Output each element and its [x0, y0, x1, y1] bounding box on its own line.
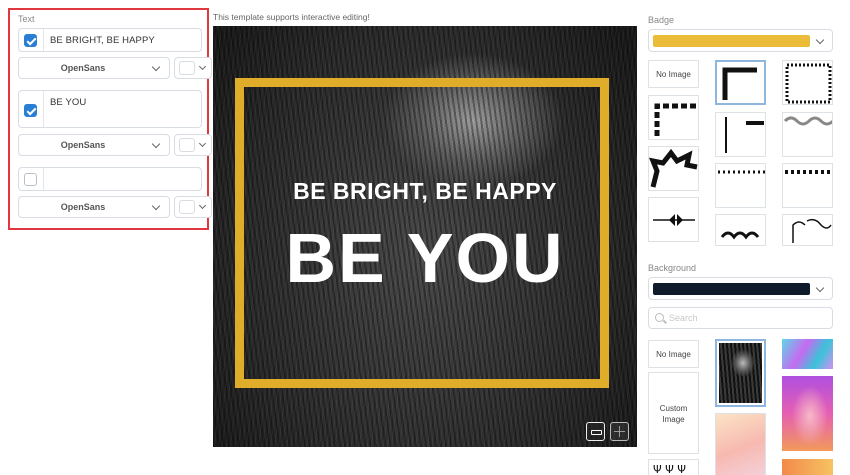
background-gradient-tile[interactable]	[782, 376, 833, 451]
canvas-text-line-1[interactable]: BE BRIGHT, BE HAPPY	[213, 178, 637, 205]
background-gradient-thumbnail	[782, 376, 833, 451]
chevron-down-icon	[198, 139, 207, 148]
chevron-down-icon	[815, 35, 825, 45]
font-select-1[interactable]: OpenSans	[18, 57, 170, 79]
badge-dashed-corner-icon	[654, 103, 697, 136]
badge-beads-icon	[785, 170, 832, 174]
chevron-down-icon	[151, 201, 161, 211]
chevron-down-icon	[198, 62, 207, 71]
badge-tile-dotted[interactable]	[715, 163, 766, 208]
background-photo-tile-selected[interactable]	[715, 339, 766, 407]
text-panel-label: Text	[18, 14, 35, 24]
color-swatch	[179, 138, 195, 152]
chevron-down-icon	[151, 139, 161, 149]
font-select-3-label: OpenSans	[60, 202, 106, 212]
badge-no-image-label: No Image	[656, 70, 691, 79]
badge-bracket-icon	[725, 117, 764, 153]
divider	[43, 91, 44, 127]
badge-tile-dashed-corner[interactable]	[648, 95, 699, 140]
background-sunset-tile[interactable]	[782, 459, 833, 475]
background-no-image-label: No Image	[656, 350, 691, 359]
badge-arrow-divider-icon	[653, 214, 695, 226]
text-row-1[interactable]: BE BRIGHT, BE HAPPY	[18, 28, 202, 52]
font-select-3[interactable]: OpenSans	[18, 196, 170, 218]
badge-tile-wave[interactable]	[782, 112, 833, 157]
canvas-text-line-2[interactable]: BE YOU	[213, 218, 637, 298]
background-holo-thumbnail	[782, 339, 833, 369]
font-select-2-label: OpenSans	[60, 140, 106, 150]
background-section-label: Background	[648, 263, 697, 273]
background-peach-tile[interactable]	[715, 413, 766, 475]
background-photo-thumbnail	[719, 343, 762, 403]
pattern-icon: Ψ Ψ Ψ	[653, 463, 686, 475]
background-search-input[interactable]	[669, 311, 819, 325]
text-row-2-value[interactable]: BE YOU	[50, 97, 86, 108]
badge-tile-ribbon[interactable]	[648, 146, 699, 191]
background-search[interactable]	[648, 307, 833, 329]
badge-tile-arrow-divider[interactable]	[648, 197, 699, 242]
badge-flourish-icon	[792, 218, 832, 243]
badge-tile-bracket[interactable]	[715, 112, 766, 157]
background-sunset-thumbnail	[782, 459, 833, 475]
background-color-swatch	[653, 283, 810, 295]
font-select-1-label: OpenSans	[60, 63, 106, 73]
badge-leaves-icon	[720, 231, 760, 240]
background-custom-image-tile[interactable]: Custom Image	[648, 372, 699, 454]
background-holo-tile[interactable]	[782, 339, 833, 369]
background-peach-thumbnail	[716, 414, 765, 475]
text-panel: Text BE BRIGHT, BE HAPPY OpenSans BE YOU…	[8, 8, 212, 230]
color-swatch	[179, 61, 195, 75]
font-select-2[interactable]: OpenSans	[18, 134, 170, 156]
color-select-3[interactable]	[174, 196, 212, 218]
search-icon	[655, 313, 664, 322]
chevron-down-icon	[815, 283, 825, 293]
color-swatch	[179, 200, 195, 214]
svg-text:Ψ Ψ Ψ: Ψ Ψ Ψ	[653, 463, 686, 475]
badge-wave-icon	[783, 116, 832, 126]
text-row-2-checkbox[interactable]	[24, 104, 37, 117]
background-custom-image-label: Custom Image	[659, 404, 688, 424]
design-canvas[interactable]: BE BRIGHT, BE HAPPY BE YOU	[213, 26, 637, 447]
divider	[43, 29, 44, 51]
chevron-down-icon	[198, 201, 207, 210]
badge-corner-icon	[722, 67, 757, 100]
divider	[43, 168, 44, 190]
badge-no-image-tile[interactable]: No Image	[648, 60, 699, 88]
badge-tile-leaves[interactable]	[715, 214, 766, 246]
editing-hint: This template supports interactive editi…	[213, 12, 370, 22]
badge-dotted-icon	[718, 170, 765, 174]
text-row-2[interactable]: BE YOU	[18, 90, 202, 128]
text-row-1-value[interactable]: BE BRIGHT, BE HAPPY	[50, 35, 155, 46]
badge-ribbon-icon	[649, 148, 698, 188]
text-row-3-checkbox[interactable]	[24, 173, 37, 186]
badge-tile-checker[interactable]	[782, 60, 833, 105]
badge-tile-flourish[interactable]	[782, 214, 833, 246]
color-select-1[interactable]	[174, 57, 212, 79]
background-color-dropdown[interactable]	[648, 277, 833, 300]
text-row-3[interactable]	[18, 167, 202, 191]
badge-color-dropdown[interactable]	[648, 29, 833, 52]
text-row-1-checkbox[interactable]	[24, 34, 37, 47]
color-select-2[interactable]	[174, 134, 212, 156]
background-no-image-tile[interactable]: No Image	[648, 340, 699, 368]
chevron-down-icon	[151, 62, 161, 72]
badge-tile-corner-selected[interactable]	[715, 60, 766, 105]
badge-color-swatch	[653, 35, 810, 47]
badge-tile-beads[interactable]	[782, 163, 833, 208]
badge-checker-icon	[785, 63, 832, 104]
badge-section-label: Badge	[648, 15, 675, 25]
background-pattern-tile[interactable]: Ψ Ψ Ψ	[648, 459, 699, 475]
zoom-in-icon[interactable]	[610, 422, 629, 441]
zoom-out-icon[interactable]	[586, 422, 605, 441]
